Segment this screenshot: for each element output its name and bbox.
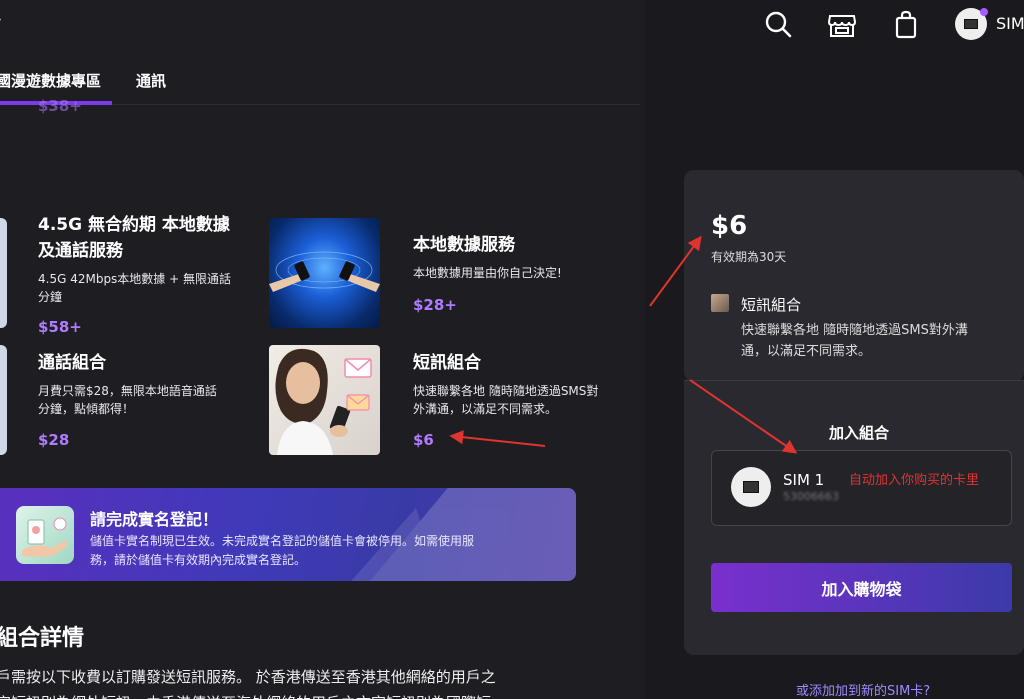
product-desc: 快速聯繫各地 隨時隨地透過SMS對 外溝通，以滿足不同需求。: [413, 384, 599, 416]
arrow-to-sms-price: [449, 430, 546, 447]
bag-icon[interactable]: [890, 8, 922, 40]
sim-number: 53006663: [783, 490, 839, 503]
chevron-down-icon[interactable]: ▾: [0, 14, 1, 30]
product-title[interactable]: 4.5G 無合約期 本地數據 及通話服務: [38, 212, 230, 264]
product-price: $28+: [413, 296, 457, 314]
add-combo-title: 加入組合: [829, 424, 890, 442]
product-price: $58+: [38, 318, 82, 336]
product-image[interactable]: [269, 218, 380, 328]
red-annotation-text: 自动加入你购买的卡里: [849, 473, 980, 488]
search-icon[interactable]: [762, 8, 794, 40]
sim-avatar: [731, 467, 771, 507]
product-title[interactable]: 本地數據服務: [413, 232, 515, 258]
app-screen: ▾ SIM 國漫遊數據專區 通訊 $38+ 4.5G 無合約期 本地數據 及通話…: [0, 0, 1024, 699]
tab-communication[interactable]: 通訊: [136, 70, 166, 91]
registration-icon: [16, 506, 74, 564]
device-icon: [964, 19, 978, 29]
details-title: 組合詳情: [0, 626, 85, 651]
product-price: $6: [413, 431, 434, 449]
product-desc: 月費只需$28，無限本地語音通話 分鐘，點傾都得！: [38, 384, 217, 416]
product-desc: 本地數據用量由你自己決定!: [413, 266, 562, 280]
add-to-new-sim-link[interactable]: 或添加加到新的SIM卡?: [796, 680, 930, 699]
phones-illustration: [269, 251, 380, 292]
account-label[interactable]: SIM: [996, 14, 1024, 33]
banner-text: 儲值卡實名制現已生效。未完成實名登記的儲值卡會被停用。如需使用服 務，請於儲值卡…: [90, 534, 475, 567]
banner-title: 請完成實名登記！: [90, 510, 219, 529]
product-image[interactable]: [269, 345, 380, 455]
product-desc: 4.5G 42Mbps本地數據 + 無限通話 分鐘: [38, 272, 231, 304]
sim-name: SIM 1: [783, 471, 825, 489]
product-image[interactable]: [0, 345, 7, 455]
product-price: $38+: [38, 97, 82, 115]
store-icon[interactable]: [826, 8, 858, 40]
account-avatar[interactable]: [955, 8, 988, 40]
summary-item-thumbnail: [711, 294, 729, 312]
product-image[interactable]: [0, 218, 7, 328]
summary-price: $6: [711, 211, 748, 241]
add-to-cart-button[interactable]: 加入購物袋: [711, 563, 1012, 612]
notification-dot: [980, 8, 988, 16]
product-title[interactable]: 短訊組合: [413, 350, 481, 376]
summary-validity: 有效期為30天: [711, 250, 787, 264]
summary-item-desc: 快速聯繫各地 隨時隨地透過SMS對外溝 通，以滿足不同需求。: [741, 323, 968, 359]
device-icon: [743, 481, 759, 493]
real-name-registration-banner[interactable]: 請完成實名登記！ 儲值卡實名制現已生效。未完成實名登記的儲值卡會被停用。如需使用…: [0, 488, 576, 581]
product-title[interactable]: 通話組合: [38, 350, 106, 376]
summary-item-name: 短訊組合: [741, 296, 802, 314]
tab-roaming-data[interactable]: 國漫遊數據專區: [0, 70, 101, 91]
product-price: $28: [38, 431, 70, 449]
woman-phone-illustration: [275, 348, 372, 455]
details-text: 戶需按以下收費以訂購發送短訊服務。 於香港傳送至香港其他網絡的用戶之 字短訊則為…: [0, 668, 496, 699]
